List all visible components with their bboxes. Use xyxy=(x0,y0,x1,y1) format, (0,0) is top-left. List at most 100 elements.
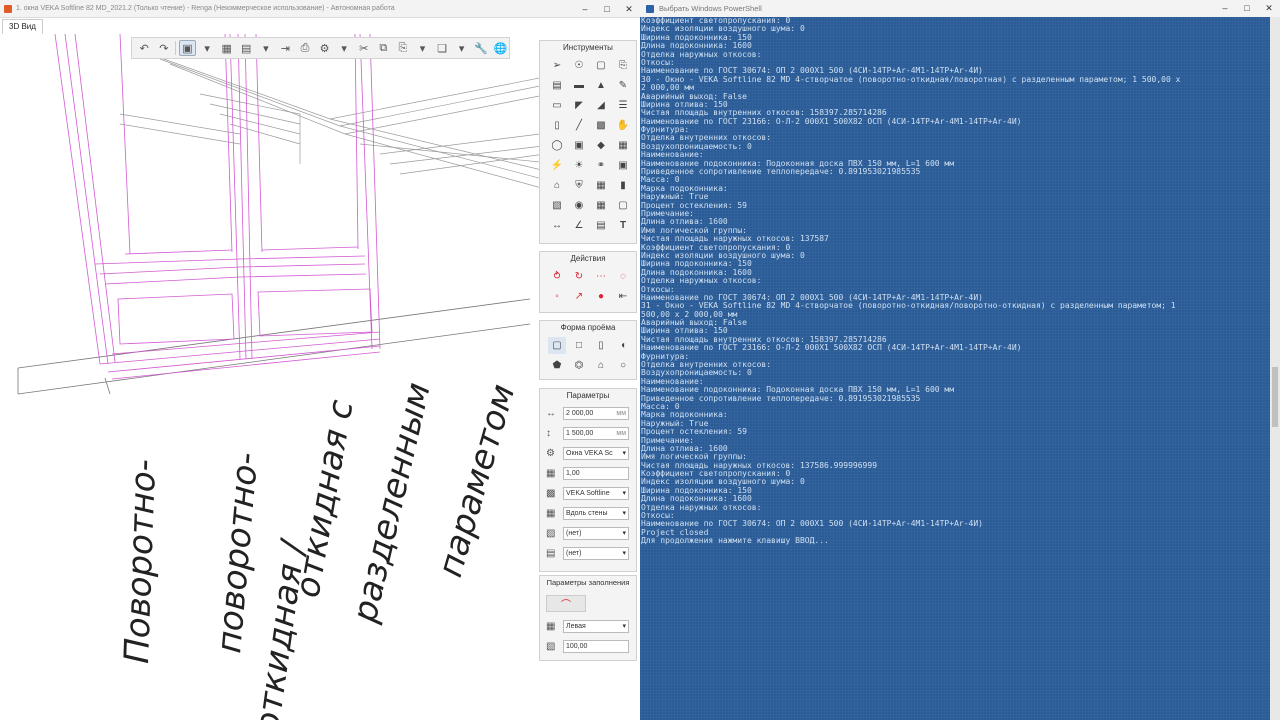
tab-3d-view[interactable]: 3D Вид xyxy=(2,19,43,34)
align-icon[interactable]: ⇤ xyxy=(614,288,632,305)
powershell-scrollbar[interactable] xyxy=(1270,17,1280,720)
move-icon[interactable]: ⥁ xyxy=(548,268,566,285)
maximize-icon[interactable]: □ xyxy=(1236,0,1258,17)
clipboard-icon[interactable]: ⎘ xyxy=(614,57,632,74)
angle-icon[interactable]: ∠ xyxy=(570,217,588,234)
rotate-icon[interactable]: ↻ xyxy=(570,268,588,285)
electric-icon[interactable]: ⚡ xyxy=(548,157,566,174)
maximize-icon[interactable]: □ xyxy=(596,0,618,17)
shape-house-icon[interactable]: ⌂ xyxy=(592,357,610,374)
dropdown-arrow-icon[interactable]: ▾ xyxy=(336,40,353,56)
cut-icon[interactable]: ✂ xyxy=(355,40,372,56)
shape-rect-icon[interactable]: ▢ xyxy=(548,337,566,354)
actions-panel-title: Действия xyxy=(570,254,606,263)
paste-icon[interactable]: ⎘ xyxy=(395,40,412,56)
dimension-icon[interactable]: ↔ xyxy=(548,217,566,234)
grid-icon[interactable]: ▦ xyxy=(218,40,235,56)
print-icon[interactable]: ⎙ xyxy=(297,40,314,56)
save-icon[interactable]: ▤ xyxy=(238,40,255,56)
slab-icon[interactable]: ▭ xyxy=(548,97,566,114)
duct-icon[interactable]: ▣ xyxy=(570,137,588,154)
window-icon[interactable]: ▦ xyxy=(592,177,610,194)
select-cursor-icon[interactable]: ➢ xyxy=(548,57,566,74)
minimize-icon[interactable]: – xyxy=(574,0,596,17)
width-input[interactable]: 2 000,00 мм xyxy=(563,406,629,420)
console-line: Длина подоконника: 1600 xyxy=(641,495,752,504)
axis-icon[interactable]: ☉ xyxy=(570,57,588,74)
railing-icon[interactable]: ☰ xyxy=(614,97,632,114)
shield-icon[interactable]: ⛨ xyxy=(570,177,588,194)
wall-icon[interactable]: ▤ xyxy=(548,77,566,94)
minimize-icon[interactable]: – xyxy=(1214,0,1236,17)
shape-circle-icon[interactable]: ○ xyxy=(614,357,632,374)
dropdown-arrow-icon[interactable]: ▾ xyxy=(258,40,275,56)
equipment-icon[interactable]: ▦ xyxy=(614,137,632,154)
option1-select[interactable]: (нет) ▾ xyxy=(563,526,629,540)
redo-icon[interactable]: ↷ xyxy=(156,40,173,56)
fill-swing-icon[interactable]: ⌒ xyxy=(546,594,586,612)
hand-icon[interactable]: ✋ xyxy=(614,117,632,134)
scale-input[interactable]: 1,00 xyxy=(563,466,629,480)
actions-panel: Действия ⥁ ↻ ⋯ ◌ ◦ ↗ ● ⇤ xyxy=(539,251,637,313)
shape-pent-icon[interactable]: ⬟ xyxy=(548,357,566,374)
house-icon[interactable]: ⌂ xyxy=(548,177,566,194)
column-icon[interactable]: ▯ xyxy=(548,117,566,134)
pencil-icon[interactable]: ✎ xyxy=(614,77,632,94)
stair-icon[interactable]: ◤ xyxy=(570,97,588,114)
grid-small-icon[interactable]: ▧ xyxy=(548,197,566,214)
line-icon[interactable]: ╱ xyxy=(570,117,588,134)
percent-input[interactable]: 100,00 xyxy=(563,639,629,653)
view-cube-icon[interactable]: ▣ xyxy=(179,40,196,56)
sphere-icon[interactable]: ◉ xyxy=(570,197,588,214)
side-select[interactable]: Левая ▾ xyxy=(563,619,629,633)
layers-icon[interactable]: ❏ xyxy=(434,40,451,56)
light-icon[interactable]: ☀ xyxy=(570,157,588,174)
close-icon[interactable]: ✕ xyxy=(1258,0,1280,17)
dropdown-arrow-icon[interactable]: ▾ xyxy=(414,40,431,56)
close-icon[interactable]: ✕ xyxy=(618,0,640,17)
fitting-icon[interactable]: ◆ xyxy=(592,137,610,154)
globe-icon[interactable]: 🌐 xyxy=(492,40,509,56)
mirror-icon[interactable]: ◌ xyxy=(614,268,632,285)
link-icon[interactable]: ⚭ xyxy=(592,157,610,174)
settings-gear-icon[interactable]: ⚙ xyxy=(316,40,333,56)
undo-icon[interactable]: ↶ xyxy=(136,40,153,56)
shape-trap-icon[interactable]: ⏣ xyxy=(570,357,588,374)
box-icon[interactable]: ▣ xyxy=(614,157,632,174)
table-icon[interactable]: ▦ xyxy=(592,197,610,214)
shape-half-icon[interactable]: ◖ xyxy=(614,337,632,354)
dropdown-arrow-icon[interactable]: ▾ xyxy=(199,40,216,56)
dropdown-arrow-icon[interactable]: ▾ xyxy=(453,40,470,56)
profile-select[interactable]: VEKA Softline ▾ xyxy=(563,486,629,500)
foundation-icon[interactable]: ▩ xyxy=(592,117,610,134)
console-line: Отделка наружных откосов: xyxy=(641,50,762,59)
console-line: Воздухопроницаемость: 0 xyxy=(641,369,752,378)
console-line: Масса: 0 xyxy=(641,402,680,411)
option2-select[interactable]: (нет) ▾ xyxy=(563,546,629,560)
beam-icon[interactable]: ▬ xyxy=(570,77,588,94)
shape-arch-icon[interactable]: □ xyxy=(570,337,588,354)
text-icon[interactable]: T xyxy=(614,217,632,234)
pipe-icon[interactable]: ◯ xyxy=(548,137,566,154)
export-icon[interactable]: ⇥ xyxy=(277,40,294,56)
rectangle-icon[interactable]: ▢ xyxy=(592,57,610,74)
trim-icon[interactable]: ◦ xyxy=(548,288,566,305)
scrollbar-thumb[interactable] xyxy=(1272,367,1278,427)
copy-array-icon[interactable]: ⋯ xyxy=(592,268,610,285)
door-icon[interactable]: ▮ xyxy=(614,177,632,194)
console-line: Индекс изоляции воздушного шума: 0 xyxy=(641,478,805,487)
scale-icon[interactable]: ↗ xyxy=(570,288,588,305)
align-select[interactable]: Вдоль стены ▾ xyxy=(563,506,629,520)
renga-titlebar: 1. окна VEKA Softline 82 MD_2021.2 (Толь… xyxy=(0,0,640,18)
shape-segment-icon[interactable]: ▯ xyxy=(592,337,610,354)
style-select[interactable]: Окна VEKA Sc ▾ xyxy=(563,446,629,460)
roof-icon[interactable]: ▲ xyxy=(592,77,610,94)
offset-icon[interactable]: ● xyxy=(592,288,610,305)
ramp-icon[interactable]: ◢ xyxy=(592,97,610,114)
copy-icon[interactable]: ⧉ xyxy=(375,40,392,56)
wrench-icon[interactable]: 🔧 xyxy=(473,40,490,56)
level-icon[interactable]: ▤ xyxy=(592,217,610,234)
height-input[interactable]: 1 500,00 мм xyxy=(563,426,629,440)
annotation-icon[interactable]: ▢ xyxy=(614,197,632,214)
powershell-output[interactable]: Коэффициент светопропускания: 0 Индекс из… xyxy=(640,17,1270,720)
